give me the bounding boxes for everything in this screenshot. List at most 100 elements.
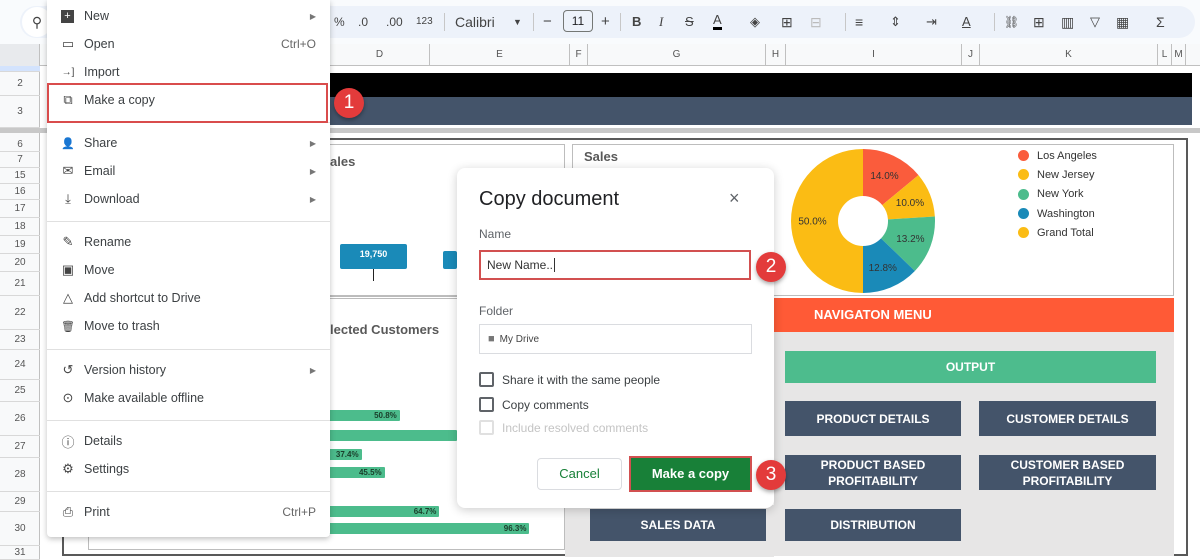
row-header[interactable]: 16 — [0, 184, 40, 200]
filter-button[interactable]: ▽ — [1090, 12, 1100, 32]
cancel-button[interactable]: Cancel — [537, 458, 622, 490]
row-header[interactable]: 6 — [0, 138, 40, 152]
column-header-d[interactable]: D — [330, 44, 430, 66]
font-dropdown-arrow-icon[interactable]: ▼ — [513, 12, 522, 32]
menu-item-move-to-trash[interactable]: 🗑 Move to trash — [47, 312, 330, 340]
row-header[interactable]: 26 — [0, 402, 40, 436]
fill-color-button[interactable]: ◈ — [750, 12, 760, 32]
nav-sales-data-button[interactable]: SALES DATA — [590, 509, 766, 541]
row-header[interactable]: 31 — [0, 546, 40, 560]
insert-link-button[interactable]: ⛓ — [1004, 12, 1019, 32]
menu-item-print[interactable]: ⎙ Print Ctrl+P — [47, 498, 330, 526]
name-input[interactable]: New Name.. — [479, 250, 751, 280]
select-all-corner[interactable] — [0, 44, 40, 66]
copy-comments-checkbox-row[interactable]: Copy comments — [479, 397, 589, 412]
copy-comments-checkbox[interactable] — [479, 397, 494, 412]
menu-item-version-history[interactable]: ↺ Version history ▶ — [47, 356, 330, 384]
row-header[interactable]: 18 — [0, 218, 40, 236]
italic-button[interactable]: I — [659, 12, 663, 32]
menu-item-share[interactable]: 👤 Share ▶ — [47, 129, 330, 157]
row-header[interactable]: 20 — [0, 254, 40, 272]
row-header[interactable]: 7 — [0, 152, 40, 168]
bold-button[interactable]: B — [632, 12, 641, 32]
menu-item-settings[interactable]: ⚙ Settings — [47, 455, 330, 483]
make-a-copy-button[interactable]: Make a copy — [629, 456, 752, 492]
move-folder-icon: ▣ — [61, 262, 75, 277]
menu-item-open[interactable]: ▭ Open Ctrl+O — [47, 30, 330, 58]
row-header[interactable]: 19 — [0, 236, 40, 254]
menu-item-new[interactable]: + New ▶ — [47, 2, 330, 30]
menu-item-label: Move to trash — [84, 319, 160, 333]
filter-views-button[interactable]: ▦ — [1116, 12, 1129, 32]
nav-output-button[interactable]: OUTPUT — [785, 351, 1156, 383]
text-color-button[interactable]: A — [713, 12, 722, 30]
font-size-increase-button[interactable]: + — [601, 12, 610, 32]
row-header[interactable]: 22 — [0, 296, 40, 330]
row-header[interactable]: 23 — [0, 330, 40, 350]
decrease-decimal-button[interactable]: .0 — [358, 12, 368, 32]
insert-comment-button[interactable]: ⊞ — [1033, 12, 1045, 32]
close-icon[interactable]: × — [729, 188, 740, 209]
font-select[interactable]: Calibri — [455, 12, 495, 32]
row-header[interactable]: 30 — [0, 512, 40, 546]
nav-customer-details-button[interactable]: CUSTOMER DETAILS — [979, 401, 1156, 436]
column-header-k[interactable]: K — [980, 44, 1158, 66]
nav-distribution-button[interactable]: DISTRIBUTION — [785, 509, 961, 541]
menu-item-move[interactable]: ▣ Move — [47, 256, 330, 284]
menu-item-make-available-offline[interactable]: ⊙ Make available offline — [47, 384, 330, 412]
share-checkbox[interactable] — [479, 372, 494, 387]
column-header-l[interactable]: L — [1158, 44, 1172, 66]
text-wrap-button[interactable]: ⇥ — [926, 12, 937, 32]
sales-pie-chart: 14.0% 10.0% 13.2% 12.8% 50.0% — [791, 149, 935, 293]
insert-chart-button[interactable]: ▥ — [1061, 12, 1074, 32]
row-header[interactable]: 25 — [0, 380, 40, 402]
column-header-g[interactable]: G — [588, 44, 766, 66]
row-header[interactable]: 21 — [0, 272, 40, 296]
row-header[interactable]: 27 — [0, 436, 40, 458]
menu-item-add-shortcut[interactable]: △ Add shortcut to Drive — [47, 284, 330, 312]
format-percent-button[interactable]: % — [334, 12, 345, 32]
pie-slice-label: 10.0% — [896, 198, 924, 209]
nav-customer-profitability-button[interactable]: CUSTOMER BASED PROFITABILITY — [979, 455, 1156, 490]
folder-picker[interactable]: ■ My Drive — [479, 324, 752, 354]
column-header-h[interactable]: H — [766, 44, 786, 66]
text-rotation-button[interactable]: A — [962, 12, 971, 32]
row-header[interactable]: 29 — [0, 492, 40, 512]
column-header-j[interactable]: J — [962, 44, 980, 66]
borders-button[interactable]: ⊞ — [781, 12, 793, 32]
row-header[interactable]: 15 — [0, 168, 40, 184]
column-header-f[interactable]: F — [570, 44, 588, 66]
nav-product-profitability-button[interactable]: PRODUCT BASED PROFITABILITY — [785, 455, 961, 490]
merge-cells-button[interactable]: ⊟ — [810, 12, 822, 32]
nav-product-details-button[interactable]: PRODUCT DETAILS — [785, 401, 961, 436]
pie-legend: Los Angeles New Jersey New York Washington G… — [1018, 146, 1097, 242]
legend-label: New Jersey — [1037, 168, 1095, 181]
increase-decimal-button[interactable]: .00 — [386, 12, 403, 32]
column-header-i[interactable]: I — [786, 44, 962, 66]
menu-item-import[interactable]: →] Import — [47, 58, 330, 86]
column-header-e[interactable]: E — [430, 44, 570, 66]
row-header[interactable]: 17 — [0, 200, 40, 218]
menu-item-label: Add shortcut to Drive — [84, 291, 201, 305]
number-format-button[interactable]: 123 — [416, 12, 433, 32]
file-menu: + New ▶ ▭ Open Ctrl+O →] Import ⧉ Make a copy … — [47, 0, 330, 537]
row-header[interactable]: 24 — [0, 350, 40, 380]
legend-item: Grand Total — [1018, 223, 1097, 242]
pie-slice-label: 12.8% — [869, 263, 897, 274]
menu-item-download[interactable]: ⤓ Download ▶ — [47, 185, 330, 213]
menu-item-details[interactable]: ⓘ Details — [47, 427, 330, 455]
row-header[interactable]: 28 — [0, 458, 40, 492]
row-header[interactable]: 3 — [0, 96, 40, 128]
menu-item-rename[interactable]: ✎ Rename — [47, 228, 330, 256]
functions-button[interactable]: Σ — [1156, 12, 1165, 32]
column-header-m[interactable]: M — [1172, 44, 1186, 66]
menu-item-email[interactable]: ✉ Email ▶ — [47, 157, 330, 185]
share-checkbox-row[interactable]: Share it with the same people — [479, 372, 660, 387]
strikethrough-button[interactable]: S — [685, 12, 694, 32]
vertical-align-button[interactable]: ⇕ — [890, 12, 901, 32]
horizontal-align-button[interactable]: ≡ — [855, 12, 863, 32]
font-size-input[interactable]: 11 — [563, 10, 593, 32]
font-size-decrease-button[interactable]: − — [543, 12, 552, 32]
row-header[interactable]: 2 — [0, 72, 40, 96]
menu-item-label: Settings — [84, 462, 130, 476]
